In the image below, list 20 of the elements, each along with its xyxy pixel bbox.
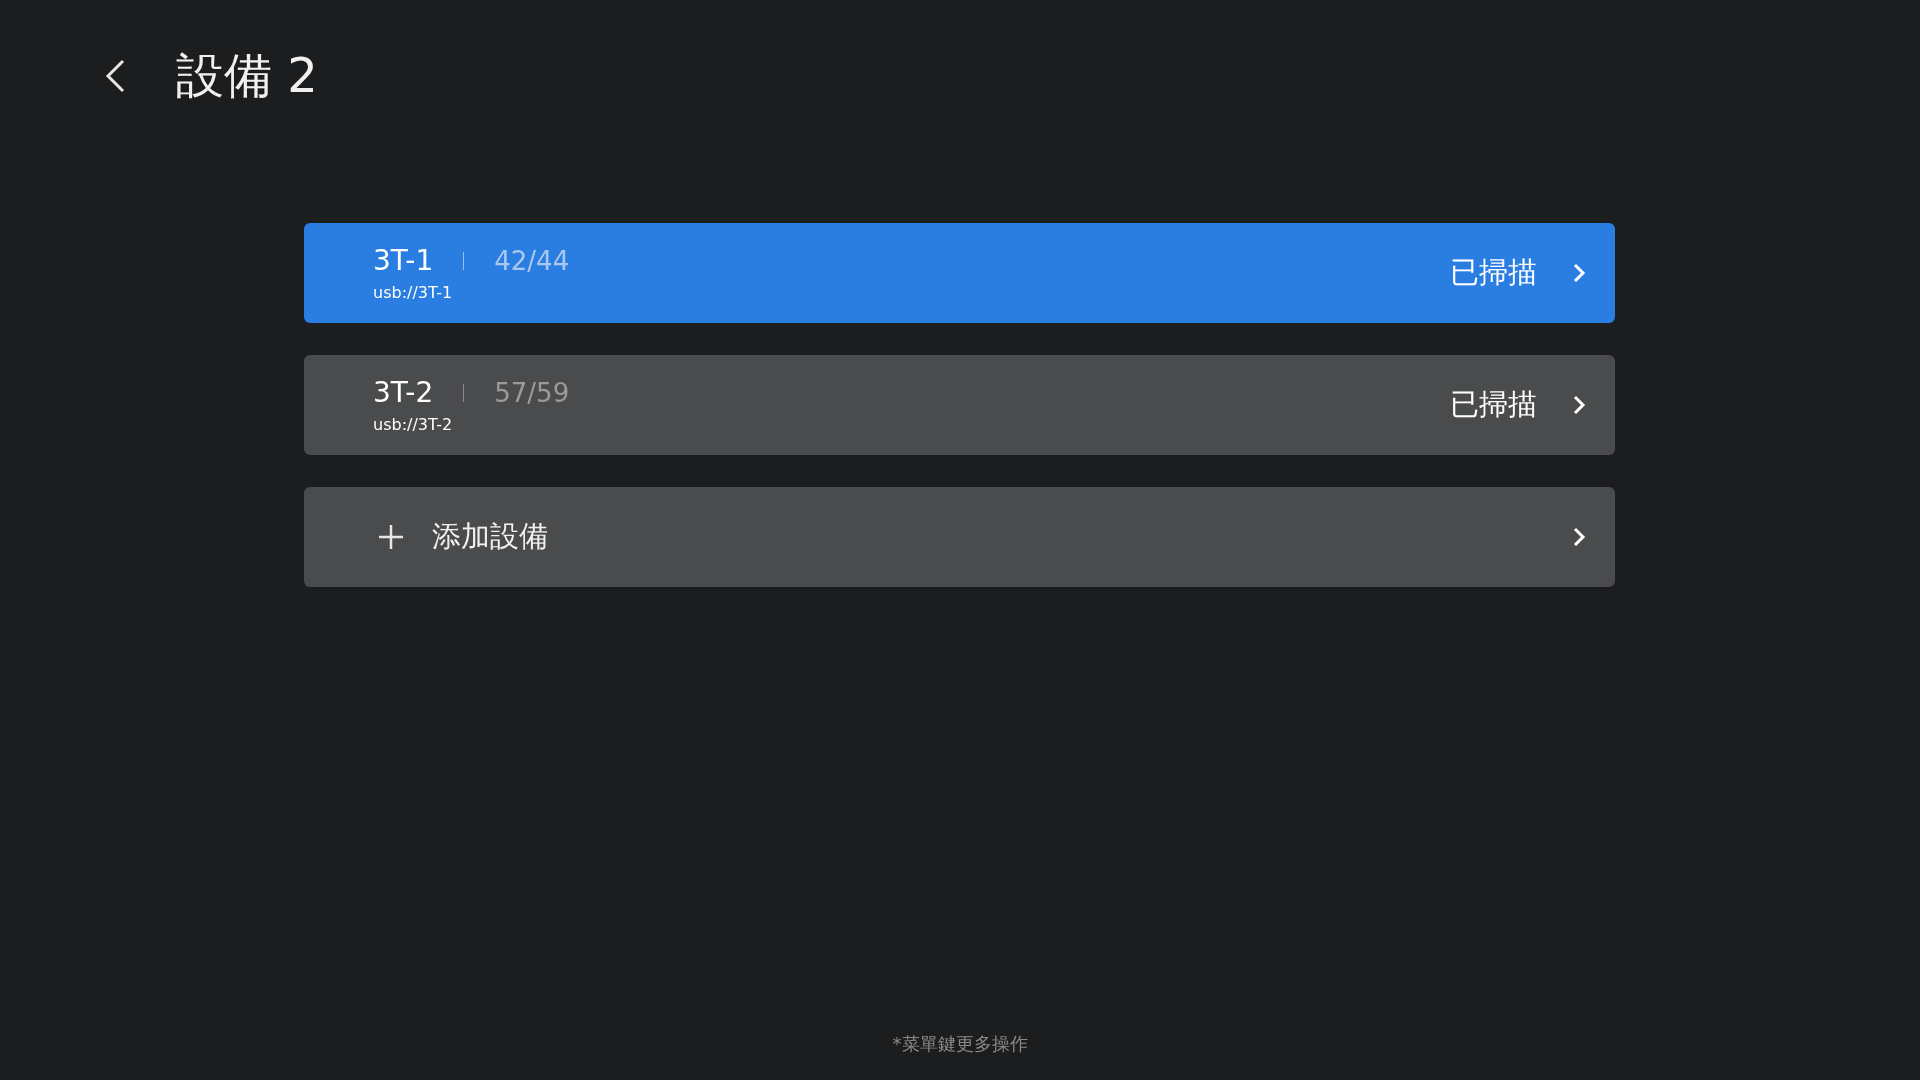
page-title: 設備 2 xyxy=(176,46,318,105)
add-device-item[interactable]: 添加設備 xyxy=(304,487,1615,587)
scan-status: 已掃描 xyxy=(1450,386,1537,423)
device-path: usb://3T-1 xyxy=(373,283,454,302)
chevron-right-icon xyxy=(1571,525,1587,549)
chevron-right-icon xyxy=(1571,261,1587,285)
device-path: usb://3T-2 xyxy=(373,415,454,434)
device-item[interactable]: 3T-1 42/44 usb://3T-1 已掃描 xyxy=(304,223,1615,323)
device-name: 3T-2 xyxy=(373,376,434,409)
file-count: 42/44 xyxy=(494,245,570,276)
menu-key-hint: *菜單鍵更多操作 xyxy=(892,1032,1028,1056)
scan-status: 已掃描 xyxy=(1450,254,1537,291)
plus-icon xyxy=(378,524,404,550)
back-icon xyxy=(104,58,126,94)
back-button[interactable] xyxy=(104,58,126,94)
add-device-label: 添加設備 xyxy=(432,518,549,555)
chevron-right-icon xyxy=(1571,393,1587,417)
file-count: 57/59 xyxy=(494,377,570,408)
device-name: 3T-1 xyxy=(373,244,434,277)
device-item[interactable]: 3T-2 57/59 usb://3T-2 已掃描 xyxy=(304,355,1615,455)
